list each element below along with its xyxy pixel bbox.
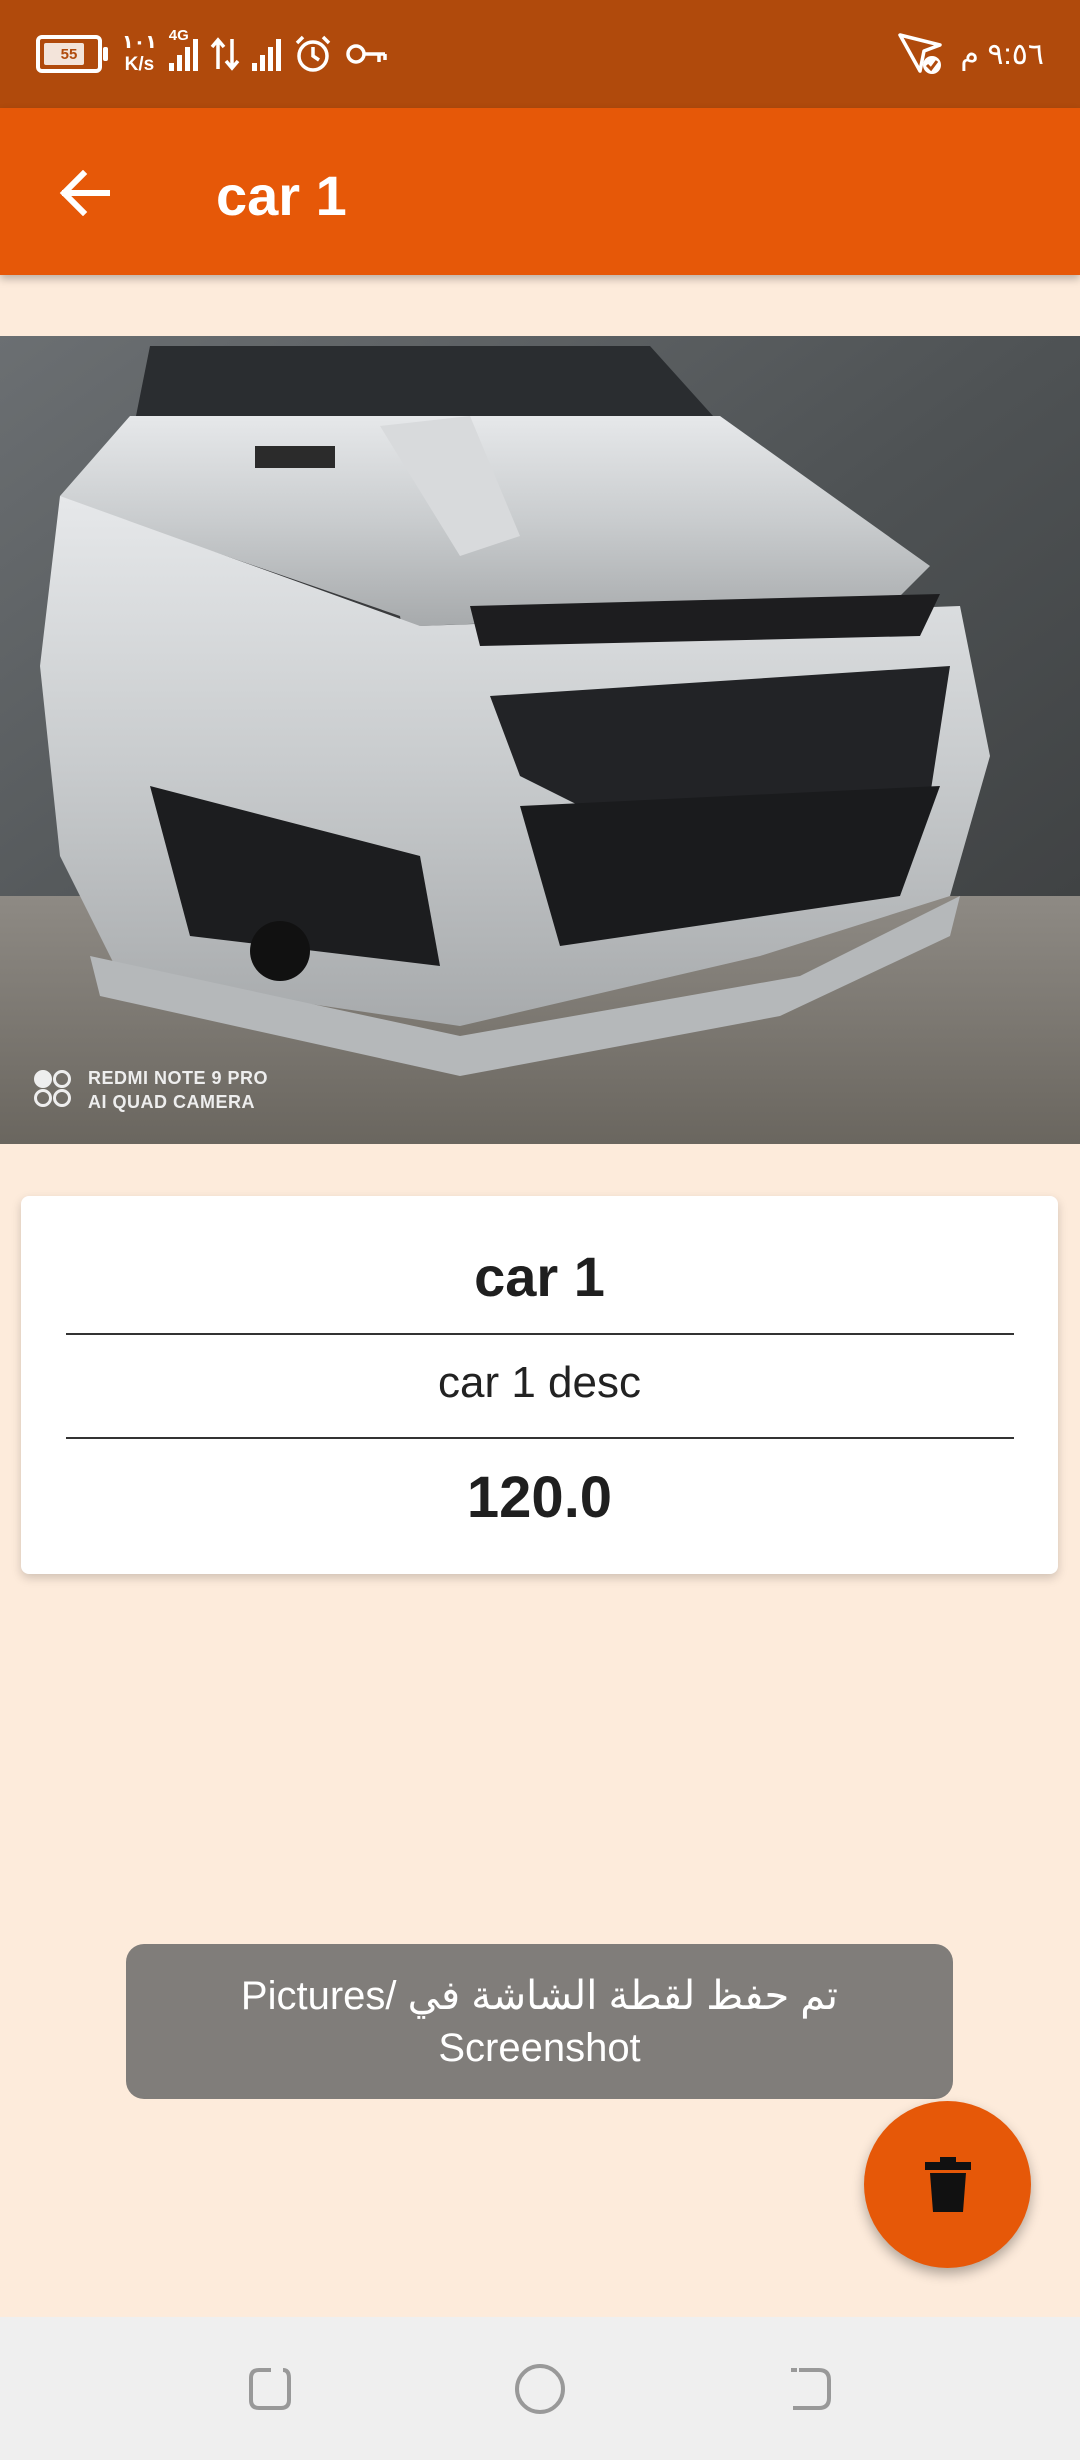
watermark-line-1: REDMI NOTE 9 PRO: [88, 1068, 269, 1088]
watermark-line-2: AI QUAD CAMERA: [88, 1092, 255, 1112]
arrow-back-icon: [59, 170, 110, 216]
signal-icon-2: [251, 37, 281, 71]
network-speed-value: ١٠١: [122, 32, 157, 53]
toast-message: تم حفظ لقطة الشاشة في /Pictures Screensh…: [240, 1973, 839, 2070]
back-nav-button[interactable]: [780, 2359, 840, 2419]
recents-button[interactable]: [240, 2359, 300, 2419]
divider: [66, 1437, 1014, 1439]
alarm-icon: [293, 34, 333, 74]
screenshot-toast: تم حفظ لقطة الشاشة في /Pictures Screensh…: [126, 1944, 953, 2099]
back-icon: [791, 2368, 831, 2410]
battery-icon: 55: [36, 35, 108, 73]
send-icon: [896, 31, 946, 77]
camera-watermark: REDMI NOTE 9 PRO AI QUAD CAMERA: [34, 1066, 268, 1114]
data-arrows-icon: [210, 37, 240, 71]
item-details-card: car 1 car 1 desc 120.0: [21, 1196, 1058, 1574]
item-price: 120.0: [466, 1465, 613, 1530]
item-title: car 1: [474, 1245, 605, 1308]
network-type: 4G: [168, 27, 189, 44]
car-photo: REDMI NOTE 9 PRO AI QUAD CAMERA: [0, 336, 1080, 1144]
app-bar: car 1: [0, 108, 1080, 275]
battery-level: 55: [60, 45, 78, 63]
delete-button[interactable]: [864, 2101, 1031, 2268]
vpn-key-icon: [345, 39, 389, 69]
recents-icon: [249, 2368, 291, 2410]
home-icon: [515, 2364, 565, 2414]
divider: [66, 1333, 1014, 1335]
system-nav-bar: [0, 2317, 1080, 2460]
camera-watermark-icon: [34, 1070, 74, 1110]
clock: ٩:٥٦ م: [960, 37, 1044, 71]
signal-icon: 4G: [168, 27, 198, 71]
network-speed: ١٠١ K/s: [122, 32, 157, 76]
status-right-group: ٩:٥٦ م: [896, 28, 1044, 80]
network-speed-unit: K/s: [124, 54, 155, 75]
status-left-group: 55 ١٠١ K/s 4G: [36, 27, 389, 80]
home-button[interactable]: [510, 2359, 570, 2419]
item-description: car 1 desc: [438, 1358, 641, 1407]
delete-icon: [924, 2156, 971, 2212]
page-title: car 1: [216, 164, 347, 227]
back-button[interactable]: [50, 158, 120, 228]
status-bar: 55 ١٠١ K/s 4G ٩:٥٦ م: [0, 0, 1080, 108]
